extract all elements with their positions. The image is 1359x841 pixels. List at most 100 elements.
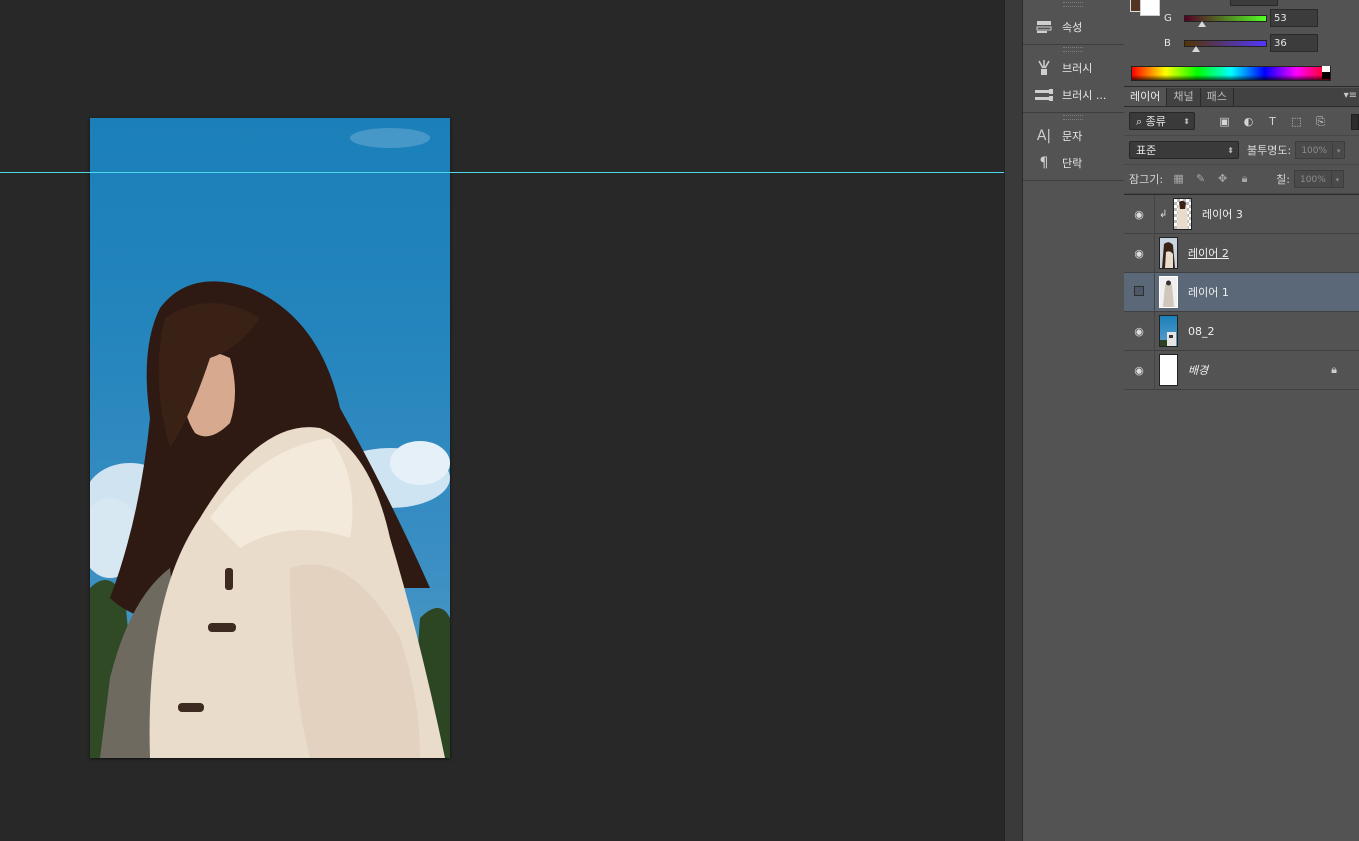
g-slider-row: G 53: [1164, 9, 1318, 27]
brush-presets-icon: [1033, 86, 1055, 104]
layer-name: 배경: [1188, 364, 1209, 377]
horizontal-guide[interactable]: [0, 172, 1004, 173]
dock-group-type: A| 문자 ¶ 단락: [1023, 113, 1124, 181]
dock-item-paragraph[interactable]: ¶ 단락: [1023, 149, 1124, 176]
eye-icon[interactable]: ◉: [1124, 247, 1154, 260]
type-filter-icon[interactable]: T: [1265, 114, 1280, 129]
layer-name: 08_2: [1188, 324, 1215, 338]
layer-thumbnail: [1159, 237, 1178, 269]
layer-row[interactable]: 레이어 1: [1124, 273, 1359, 312]
layer-filter-row: ⌕ 종류 ⬍ ▣ ◐ T ⬚ ⎘: [1124, 107, 1359, 136]
panel-dock: 속성 브러시 브러시 ... A| 문자 ¶ 단락: [1022, 0, 1125, 841]
document-image: [90, 118, 450, 758]
shape-filter-icon[interactable]: ⬚: [1289, 114, 1304, 129]
opacity-input[interactable]: 100%: [1295, 141, 1334, 159]
dock-item-label: 속성: [1062, 20, 1083, 34]
adjustment-filter-icon[interactable]: ◐: [1241, 114, 1256, 129]
tab-layers[interactable]: 레이어: [1124, 88, 1168, 106]
lock-icons: ▦ ✎ ✥ 🔒︎: [1171, 172, 1252, 186]
layer-thumbnail: [1159, 276, 1178, 308]
layer-thumbnail: [1159, 354, 1178, 386]
blend-mode-select[interactable]: 표준 ⬍: [1129, 141, 1239, 159]
layer-row[interactable]: ◉ 배경 🔒︎: [1124, 351, 1359, 390]
hidden-visibility-box: [1134, 285, 1144, 296]
layer-row[interactable]: ◉ 레이어 2: [1124, 234, 1359, 273]
filter-icons: ▣ ◐ T ⬚ ⎘: [1217, 114, 1328, 129]
eye-icon[interactable]: ◉: [1124, 325, 1154, 338]
fill-input[interactable]: 100%: [1293, 170, 1332, 188]
layer-thumbnail: [1173, 198, 1192, 230]
filter-kind-value: 종류: [1145, 115, 1166, 128]
lock-fill-row: 잠그기: ▦ ✎ ✥ 🔒︎ 칠: 100% ▾: [1124, 165, 1359, 194]
lock-label: 잠그기:: [1129, 173, 1164, 186]
blend-opacity-row: 표준 ⬍ 불투명도: 100% ▾: [1124, 136, 1359, 165]
layer-row[interactable]: ◉ ↲ 레이어 3: [1124, 195, 1359, 234]
lock-transparent-icon[interactable]: ▦: [1171, 172, 1186, 186]
properties-icon: [1033, 18, 1055, 36]
background-color-swatch[interactable]: [1140, 0, 1160, 16]
spectrum-black-swatch[interactable]: [1322, 72, 1330, 79]
dock-item-character[interactable]: A| 문자: [1023, 122, 1124, 149]
eye-icon[interactable]: ◉: [1124, 208, 1154, 221]
b-slider-row: B 36: [1164, 34, 1318, 52]
divider: [1154, 234, 1155, 272]
tab-paths[interactable]: 패스: [1201, 88, 1234, 106]
dock-item-label: 브러시: [1062, 61, 1093, 75]
document-canvas[interactable]: [0, 0, 1004, 841]
b-label: B: [1164, 37, 1171, 49]
g-slider-thumb[interactable]: [1198, 20, 1206, 27]
opacity-dropdown[interactable]: ▾: [1333, 141, 1346, 159]
eye-icon[interactable]: ◉: [1124, 364, 1154, 377]
right-panel: G 53 B 36 레이어 채널 패스 ▾≡ ⌕ 종류 ⬍ ▣ ◐ T ⬚ ⎘ …: [1124, 0, 1359, 841]
dock-grip[interactable]: [1063, 115, 1083, 120]
lock-position-icon[interactable]: ✥: [1215, 172, 1230, 186]
layer-name: 레이어 2: [1188, 247, 1229, 260]
dock-item-brush-presets[interactable]: 브러시 ...: [1023, 81, 1124, 108]
chevron-updown-icon: ⬍: [1227, 146, 1234, 155]
search-icon: ⌕: [1136, 115, 1146, 128]
vertical-scrollbar[interactable]: [1004, 0, 1022, 841]
dock-grip[interactable]: [1063, 2, 1083, 7]
color-panel: G 53 B 36: [1124, 0, 1359, 87]
tab-channels[interactable]: 채널: [1167, 88, 1201, 106]
g-slider[interactable]: [1184, 14, 1267, 27]
blend-mode-value: 표준: [1136, 144, 1157, 157]
fill-label: 칠:: [1276, 173, 1290, 186]
dock-group-properties: 속성: [1023, 0, 1124, 45]
dock-group-brush: 브러시 브러시 ...: [1023, 45, 1124, 113]
paragraph-icon: ¶: [1039, 154, 1049, 171]
chevron-updown-icon: ⬍: [1183, 117, 1190, 126]
pixel-filter-icon[interactable]: ▣: [1217, 114, 1232, 129]
layer-thumbnail: [1159, 315, 1178, 347]
character-icon: A|: [1036, 127, 1052, 144]
dock-grip[interactable]: [1063, 47, 1083, 52]
lock-image-icon[interactable]: ✎: [1193, 172, 1208, 186]
fill-dropdown[interactable]: ▾: [1331, 170, 1344, 188]
opacity-label: 불투명도:: [1247, 144, 1292, 157]
filter-toggle-button[interactable]: [1351, 114, 1359, 130]
visibility-toggle[interactable]: [1124, 285, 1154, 299]
b-slider[interactable]: [1184, 39, 1267, 52]
filter-kind-select[interactable]: ⌕ 종류 ⬍: [1129, 112, 1195, 130]
lock-all-icon[interactable]: 🔒︎: [1237, 172, 1252, 186]
color-spectrum-bar[interactable]: [1131, 66, 1331, 81]
g-label: G: [1164, 12, 1172, 24]
dock-item-label: 단락: [1062, 156, 1083, 170]
brush-icon: [1033, 59, 1055, 77]
layer-name: 레이어 3: [1202, 208, 1243, 221]
dock-item-brush[interactable]: 브러시: [1023, 54, 1124, 81]
panel-menu-icon[interactable]: ▾≡: [1344, 90, 1357, 101]
r-value-field[interactable]: [1230, 0, 1278, 6]
divider: [1154, 273, 1155, 311]
smart-object-filter-icon[interactable]: ⎘: [1313, 114, 1328, 129]
b-slider-thumb[interactable]: [1192, 45, 1200, 52]
layer-row[interactable]: ◉ 08_2: [1124, 312, 1359, 351]
g-value-field[interactable]: 53: [1270, 9, 1318, 27]
dock-item-label: 문자: [1062, 129, 1083, 143]
portrait-photo: [90, 128, 450, 758]
dock-item-properties[interactable]: 속성: [1023, 13, 1124, 40]
layers-panel-tabs: 레이어 채널 패스 ▾≡: [1124, 88, 1359, 107]
b-value-field[interactable]: 36: [1270, 34, 1318, 52]
clipping-arrow-icon: ↲: [1159, 208, 1168, 220]
layer-name: 레이어 1: [1188, 286, 1229, 299]
